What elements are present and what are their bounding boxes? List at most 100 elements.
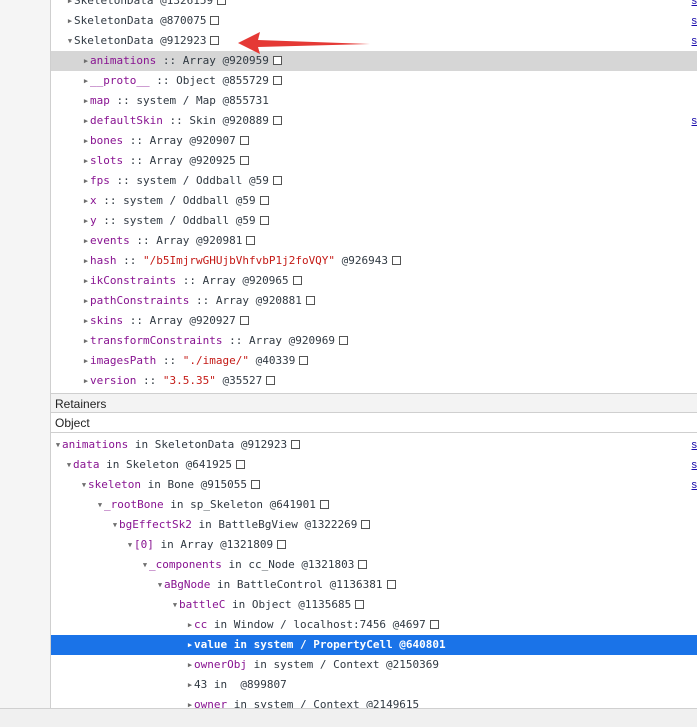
tree-row[interactable]: ▶ x :: system / Oddball @59 [51, 191, 697, 211]
expand-triangle-icon[interactable]: ▶ [82, 371, 90, 391]
expand-triangle-icon[interactable]: ▶ [186, 635, 194, 655]
store-as-global-icon[interactable] [210, 15, 220, 25]
store-as-global-icon[interactable] [305, 295, 315, 305]
tree-row[interactable]: ▶ fps :: system / Oddball @59 [51, 171, 697, 191]
store-as-global-icon[interactable] [210, 35, 220, 45]
expand-triangle-icon[interactable]: ▶ [82, 331, 90, 351]
retainers-tree[interactable]: ▼ animations in SkeletonData @912923 s ▼ dat… [51, 433, 697, 708]
expand-triangle-icon[interactable]: ▶ [66, 11, 74, 31]
expand-triangle-icon[interactable]: ▶ [82, 291, 90, 311]
store-as-global-icon[interactable] [277, 539, 287, 549]
collapse-triangle-icon[interactable]: ▼ [65, 455, 73, 475]
expand-triangle-icon[interactable]: ▶ [82, 171, 90, 191]
tree-row[interactable]: ▼ skeleton in Bone @915055 s [51, 475, 697, 495]
expand-triangle-icon[interactable]: ▶ [82, 91, 90, 111]
tree-row[interactable]: ▶ value in system / PropertyCell @640801 [51, 635, 697, 655]
store-as-global-icon[interactable] [299, 355, 309, 365]
expand-triangle-icon[interactable]: ▶ [186, 655, 194, 675]
expand-triangle-icon[interactable]: ▶ [186, 675, 194, 695]
store-as-global-icon[interactable] [217, 0, 227, 5]
store-as-global-icon[interactable] [272, 55, 282, 65]
expand-triangle-icon[interactable]: ▶ [66, 0, 74, 11]
tree-row[interactable]: ▶ version :: "3.5.35" @35527 [51, 371, 697, 391]
expand-triangle-icon[interactable]: ▶ [82, 111, 90, 131]
tree-row[interactable]: ▶ bones :: Array @920907 [51, 131, 697, 151]
source-link[interactable]: s [692, 31, 697, 51]
source-link[interactable]: s [692, 11, 697, 31]
tree-row[interactable]: ▶ events :: Array @920981 [51, 231, 697, 251]
store-as-global-icon[interactable] [235, 459, 245, 469]
store-as-global-icon[interactable] [358, 559, 368, 569]
expand-triangle-icon[interactable]: ▶ [82, 211, 90, 231]
collapse-triangle-icon[interactable]: ▼ [126, 535, 134, 555]
store-as-global-icon[interactable] [272, 115, 282, 125]
expand-triangle-icon[interactable]: ▶ [82, 231, 90, 251]
tree-row[interactable]: ▼ [0] in Array @1321809 [51, 535, 697, 555]
expand-triangle-icon[interactable]: ▶ [82, 131, 90, 151]
expand-triangle-icon[interactable]: ▶ [186, 695, 194, 708]
store-as-global-icon[interactable] [272, 175, 282, 185]
store-as-global-icon[interactable] [291, 439, 301, 449]
collapse-triangle-icon[interactable]: ▼ [96, 495, 104, 515]
store-as-global-icon[interactable] [239, 135, 249, 145]
store-as-global-icon[interactable] [272, 75, 282, 85]
store-as-global-icon[interactable] [266, 375, 276, 385]
store-as-global-icon[interactable] [246, 235, 256, 245]
tree-row[interactable]: ▶ ikConstraints :: Array @920965 [51, 271, 697, 291]
tree-row[interactable]: ▶ y :: system / Oddball @59 [51, 211, 697, 231]
collapse-triangle-icon[interactable]: ▼ [171, 595, 179, 615]
store-as-global-icon[interactable] [355, 599, 365, 609]
store-as-global-icon[interactable] [339, 335, 349, 345]
collapse-triangle-icon[interactable]: ▼ [80, 475, 88, 495]
expand-triangle-icon[interactable]: ▶ [186, 615, 194, 635]
collapse-triangle-icon[interactable]: ▼ [54, 435, 62, 455]
expand-triangle-icon[interactable]: ▶ [82, 271, 90, 291]
tree-row[interactable]: ▶ cc in Window / localhost:7456 @4697 [51, 615, 697, 635]
tree-row[interactable]: ▼ animations in SkeletonData @912923 s [51, 435, 697, 455]
tree-row[interactable]: ▶ map :: system / Map @855731 [51, 91, 697, 111]
tree-row[interactable]: ▼ aBgNode in BattleControl @1136381 [51, 575, 697, 595]
store-as-global-icon[interactable] [259, 215, 269, 225]
store-as-global-icon[interactable] [429, 619, 439, 629]
expand-triangle-icon[interactable]: ▶ [82, 151, 90, 171]
store-as-global-icon[interactable] [239, 315, 249, 325]
tree-row[interactable]: ▶ slots :: Array @920925 [51, 151, 697, 171]
tree-row[interactable]: ▶ SkeletonData @1326159 s [51, 0, 697, 11]
tree-row[interactable]: ▶ ownerObj in system / Context @2150369 [51, 655, 697, 675]
object-column-header[interactable]: Object [51, 413, 697, 433]
source-link[interactable]: s [692, 0, 697, 11]
collapse-triangle-icon[interactable]: ▼ [141, 555, 149, 575]
collapse-triangle-icon[interactable]: ▼ [156, 575, 164, 595]
tree-row[interactable]: ▶ transformConstraints :: Array @920969 [51, 331, 697, 351]
tree-row[interactable]: ▼ data in Skeleton @641925 s [51, 455, 697, 475]
store-as-global-icon[interactable] [392, 255, 402, 265]
source-link[interactable]: s [692, 435, 697, 455]
tree-row[interactable]: ▼ battleC in Object @1135685 [51, 595, 697, 615]
expand-triangle-icon[interactable]: ▶ [82, 311, 90, 331]
tree-row[interactable]: ▶ defaultSkin :: Skin @920889 s [51, 111, 697, 131]
tree-row[interactable]: ▶ 43 in @899807 [51, 675, 697, 695]
expand-triangle-icon[interactable]: ▶ [82, 251, 90, 271]
tree-row[interactable]: ▶ __proto__ :: Object @855729 [51, 71, 697, 91]
store-as-global-icon[interactable] [319, 499, 329, 509]
tree-row[interactable]: ▼ _rootBone in sp_Skeleton @641901 [51, 495, 697, 515]
tree-row[interactable]: ▶ owner in system / Context @2149615 [51, 695, 697, 708]
expand-triangle-icon[interactable]: ▶ [82, 51, 90, 71]
store-as-global-icon[interactable] [386, 579, 396, 589]
store-as-global-icon[interactable] [239, 155, 249, 165]
tree-row[interactable]: ▶ pathConstraints :: Array @920881 [51, 291, 697, 311]
source-link[interactable]: s [692, 475, 697, 495]
heap-object-tree[interactable]: ▶ SkeletonData @1326159 s ▶ SkeletonData @87… [51, 0, 697, 393]
expand-triangle-icon[interactable]: ▶ [82, 191, 90, 211]
tree-row[interactable]: ▶ hash :: "/b5ImjrwGHUjbVhfvbP1j2foVQY" @… [51, 251, 697, 271]
collapse-triangle-icon[interactable]: ▼ [111, 515, 119, 535]
tree-row[interactable]: ▼ bgEffectSk2 in BattleBgView @1322269 [51, 515, 697, 535]
store-as-global-icon[interactable] [250, 479, 260, 489]
source-link[interactable]: s [692, 455, 697, 475]
expand-triangle-icon[interactable]: ▶ [82, 351, 90, 371]
store-as-global-icon[interactable] [259, 195, 269, 205]
tree-row[interactable]: ▶ skins :: Array @920927 [51, 311, 697, 331]
expand-triangle-icon[interactable]: ▶ [82, 71, 90, 91]
source-link[interactable]: s [692, 111, 697, 131]
store-as-global-icon[interactable] [292, 275, 302, 285]
